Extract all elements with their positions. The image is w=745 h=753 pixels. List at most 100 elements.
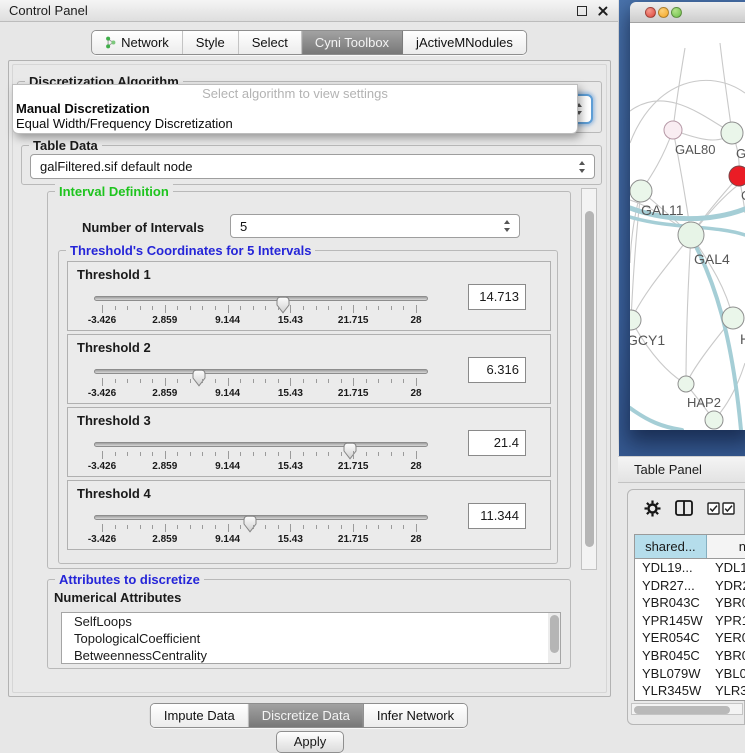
- cytoscape-app: Control Panel Network Style Select Cyni …: [0, 0, 745, 745]
- table-cell: YBR0: [707, 647, 745, 665]
- vertical-scrollbar[interactable]: [581, 188, 597, 570]
- table-cell: YIL0: [707, 700, 745, 701]
- table-row[interactable]: YIL052CYIL0: [635, 700, 745, 701]
- slider-thumb-icon[interactable]: [242, 515, 258, 533]
- numerical-attributes-list[interactable]: SelfLoopsTopologicalCoefficientBetweenne…: [61, 612, 561, 664]
- table-data-combo[interactable]: galFiltered.sif default node: [30, 154, 595, 179]
- axis-tick-label: -3.426: [88, 534, 116, 545]
- table-row[interactable]: YBR043CYBR0: [635, 594, 745, 612]
- slider-track[interactable]: [94, 515, 428, 520]
- scrollbar-thumb[interactable]: [634, 706, 730, 714]
- table-cell: YDR27...: [635, 577, 707, 595]
- threshold-slider[interactable]: -3.4262.8599.14415.4321.71528: [94, 361, 428, 403]
- tab-discretize-data[interactable]: Discretize Data: [249, 704, 364, 727]
- table-row[interactable]: YLR345WYLR3: [635, 682, 745, 700]
- threshold-label: Threshold 2: [77, 340, 151, 355]
- tab-label: Select: [252, 31, 288, 54]
- network-node[interactable]: [630, 310, 641, 330]
- slider-thumb-icon[interactable]: [191, 369, 207, 387]
- table-cell: YIL052C: [635, 700, 707, 701]
- network-node[interactable]: [678, 376, 694, 392]
- network-canvas[interactable]: GAL80GACGAL11GAL4GCY1HHAP2: [630, 23, 745, 430]
- threshold-panel-3: Threshold 3 -3.4262.8599.14415.4321.7152…: [67, 407, 551, 477]
- dropdown-option-equal-width[interactable]: Equal Width/Frequency Discretization: [13, 116, 577, 131]
- network-node[interactable]: [721, 122, 743, 144]
- axis-tick-label: 9.144: [215, 315, 240, 326]
- table-row[interactable]: YER054CYER0: [635, 629, 745, 647]
- axis-tick-label: 21.715: [338, 315, 369, 326]
- table-cell: YPR145W: [635, 612, 707, 630]
- tab-label: Discretize Data: [262, 704, 350, 727]
- scrollbar-thumb[interactable]: [550, 615, 559, 653]
- slider-track[interactable]: [94, 369, 428, 374]
- split-columns-icon[interactable]: [675, 500, 693, 516]
- tab-select[interactable]: Select: [239, 31, 302, 54]
- num-intervals-combo[interactable]: 5: [230, 214, 520, 238]
- attributes-scrollbar[interactable]: [548, 613, 560, 663]
- slider-track[interactable]: [94, 296, 428, 301]
- threshold-slider[interactable]: -3.4262.8599.14415.4321.71528: [94, 507, 428, 549]
- node-table: shared... n YDL19...YDL1YDR27...YDR2YBR0…: [634, 534, 745, 701]
- network-window-titlebar[interactable]: [630, 2, 745, 23]
- slider-thumb-icon[interactable]: [342, 442, 358, 460]
- tab-infer-network[interactable]: Infer Network: [364, 704, 467, 727]
- attribute-list-item[interactable]: TopologicalCoefficient: [62, 630, 560, 647]
- axis-tick-label: 21.715: [338, 461, 369, 472]
- scrollbar-thumb[interactable]: [585, 211, 594, 547]
- slider-axis-labels: -3.4262.8599.14415.4321.71528: [102, 534, 416, 546]
- apply-button[interactable]: Apply: [276, 731, 344, 753]
- tab-cyni-toolbox[interactable]: Cyni Toolbox: [302, 31, 403, 54]
- axis-tick-label: 9.144: [215, 461, 240, 472]
- interval-definition-group: Interval Definition Number of Intervals …: [47, 191, 571, 569]
- table-row[interactable]: YBL079WYBL0: [635, 665, 745, 683]
- network-node[interactable]: [722, 307, 744, 329]
- float-window-icon[interactable]: [577, 6, 587, 16]
- combo-value: galFiltered.sif default node: [40, 155, 192, 178]
- thresholds-group: Threshold's Coordinates for 5 Intervals …: [58, 250, 558, 564]
- slider-ticks: [102, 378, 416, 387]
- group-title: Table Data: [29, 138, 102, 153]
- checkbox-checked-icon[interactable]: [707, 502, 720, 515]
- slider-thumb-icon[interactable]: [275, 296, 291, 314]
- threshold-value-field[interactable]: 6.316: [468, 357, 526, 383]
- threshold-value-field[interactable]: 14.713: [468, 284, 526, 310]
- tab-network[interactable]: Network: [92, 31, 183, 54]
- network-node[interactable]: [705, 411, 723, 429]
- threshold-value-field[interactable]: 11.344: [468, 503, 526, 529]
- close-icon[interactable]: [597, 5, 609, 17]
- network-node[interactable]: [729, 166, 745, 186]
- network-node[interactable]: [630, 180, 652, 202]
- table-row[interactable]: YBR045CYBR0: [635, 647, 745, 665]
- tab-impute-data[interactable]: Impute Data: [151, 704, 249, 727]
- table-cell: YPR1: [707, 612, 745, 630]
- table-cell: YBL0: [707, 665, 745, 683]
- threshold-panel-2: Threshold 2 -3.4262.8599.14415.4321.7152…: [67, 334, 551, 404]
- column-header-name[interactable]: n: [707, 535, 745, 558]
- threshold-value-field[interactable]: 21.4: [468, 430, 526, 456]
- table-row[interactable]: YDL19...YDL1: [635, 559, 745, 577]
- tab-jactivemnodules[interactable]: jActiveMNodules: [403, 31, 526, 54]
- column-header-shared-name[interactable]: shared...: [635, 535, 707, 558]
- zoom-traffic-light[interactable]: [671, 7, 682, 18]
- checkbox-checked-icon[interactable]: [722, 502, 735, 515]
- threshold-slider[interactable]: -3.4262.8599.14415.4321.71528: [94, 288, 428, 330]
- attribute-list-item[interactable]: SelfLoops: [62, 613, 560, 630]
- gear-icon[interactable]: [644, 500, 661, 517]
- table-row[interactable]: YPR145WYPR1: [635, 612, 745, 630]
- threshold-slider[interactable]: -3.4262.8599.14415.4321.71528: [94, 434, 428, 476]
- attribute-list-item[interactable]: BetweennessCentrality: [62, 647, 560, 664]
- network-icon: [105, 36, 116, 49]
- table-body: YDL19...YDL1YDR27...YDR2YBR043CYBR0YPR14…: [635, 559, 745, 701]
- minimize-traffic-light[interactable]: [658, 7, 669, 18]
- tab-style[interactable]: Style: [183, 31, 239, 54]
- table-header: shared... n: [635, 535, 745, 559]
- table-row[interactable]: YDR27...YDR2: [635, 577, 745, 595]
- horizontal-scrollbar[interactable]: [631, 703, 743, 715]
- slider-track[interactable]: [94, 442, 428, 447]
- dropdown-option-manual[interactable]: Manual Discretization: [13, 101, 577, 116]
- network-window[interactable]: GAL80GACGAL11GAL4GCY1HHAP2: [630, 2, 745, 430]
- network-node[interactable]: [678, 222, 704, 248]
- close-traffic-light[interactable]: [645, 7, 656, 18]
- network-node[interactable]: [664, 121, 682, 139]
- table-data-group: Table Data galFiltered.sif default node: [21, 145, 602, 185]
